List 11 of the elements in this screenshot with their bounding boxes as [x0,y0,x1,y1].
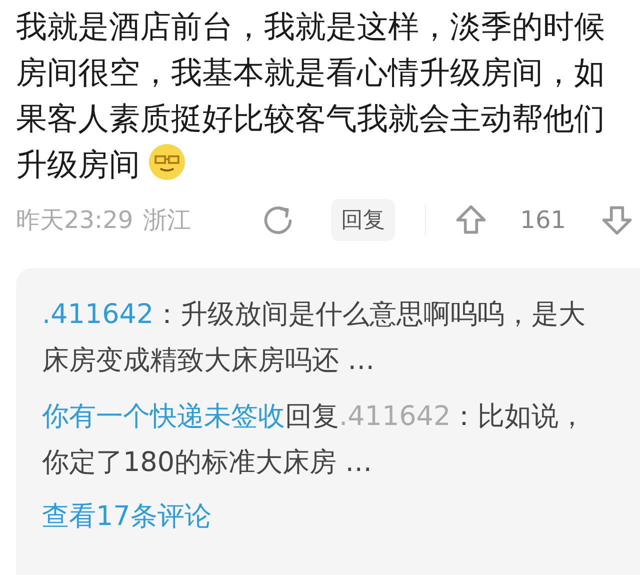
user-link[interactable]: .411642 [339,401,451,432]
reply-button[interactable]: 回复 [331,199,396,241]
reply-text: 你有一个快递未签收回复.411642：比如说，你定了180的标准大床房 … [42,400,587,480]
comment-text: 我就是酒店前台，我就是这样，淡季的时候房间很空，我基本就是看心情升级房间，如果客人素质挺好比较客气我就会主动帮他们升级房间 [16,8,606,185]
reply-text: .411642：升级放间是什么意思啊呜呜，是大床房变成精致大床房吗还 … [42,298,587,378]
view-comments-link[interactable]: 查看17条评论 [42,498,212,534]
vote-count: 161 [520,206,566,234]
user-link[interactable]: 你有一个快递未签收 [42,401,285,432]
comment-location: 浙江 [143,205,192,236]
comment-time: 昨天23:29 [16,205,134,236]
user-link[interactable]: .411642 [42,299,154,330]
